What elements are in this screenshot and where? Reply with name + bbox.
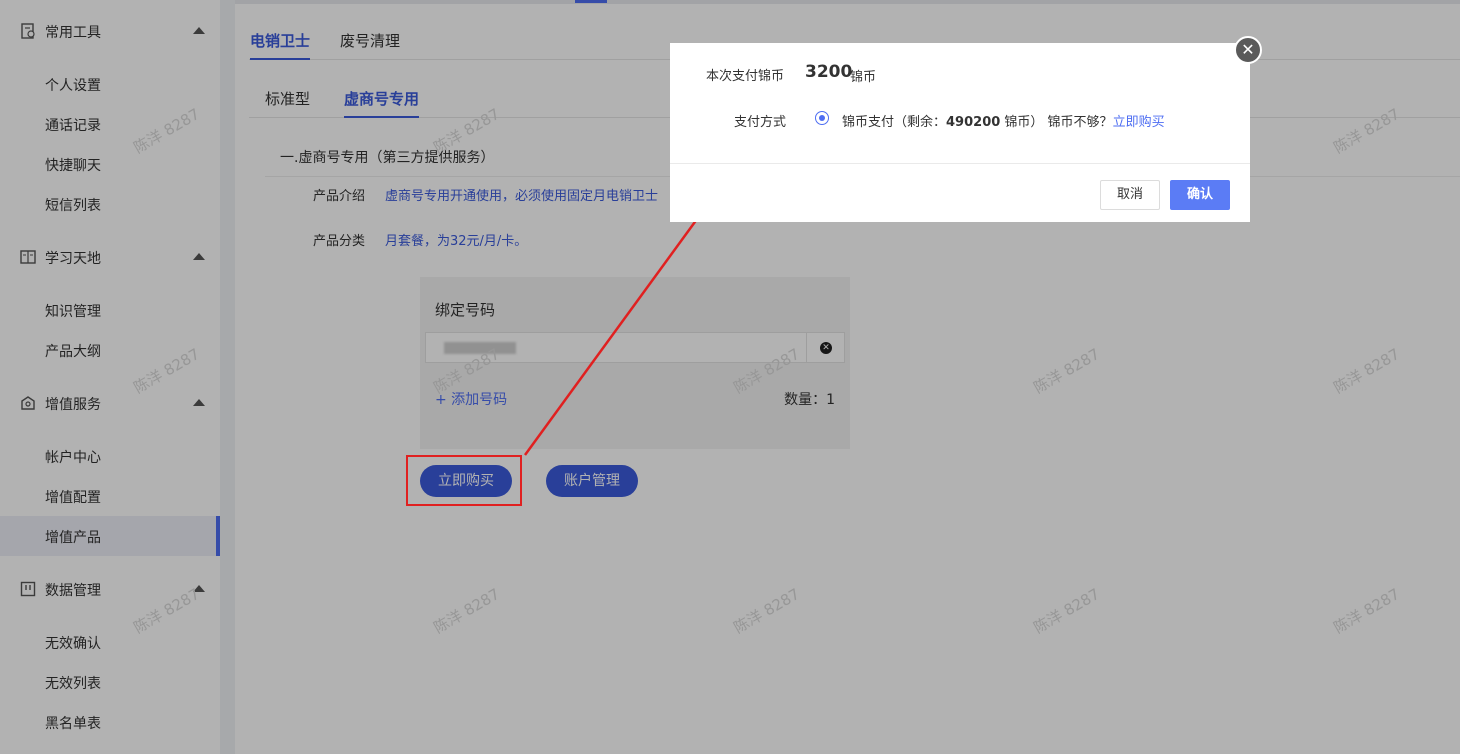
annotation-highlight-box [406, 455, 522, 506]
pay-amount-unit: 锦币 [850, 70, 877, 85]
close-icon[interactable]: ✕ [1234, 36, 1262, 64]
dialog-divider [670, 163, 1250, 164]
confirm-button[interactable]: 确认 [1170, 180, 1230, 210]
coin-pay-option: 锦币支付（剩余：490200 锦币） 锦币不够？立即购买 [842, 111, 1165, 130]
cancel-button[interactable]: 取消 [1100, 180, 1160, 210]
pay-option-text: 锦币） 锦币不够？ [1000, 115, 1113, 130]
balance-value: 490200 [946, 115, 1001, 130]
payment-dialog: 本次支付锦币 3200 锦币 支付方式 锦币支付（剩余：490200 锦币） 锦… [670, 43, 1250, 222]
coin-pay-radio[interactable] [815, 111, 829, 125]
pay-amount-value: 3200 [805, 62, 853, 82]
pay-option-text: 锦币支付（剩余： [842, 115, 947, 130]
pay-method-label: 支付方式 [734, 115, 787, 130]
buy-coins-link[interactable]: 立即购买 [1113, 115, 1165, 130]
pay-amount-label: 本次支付锦币 [706, 69, 785, 84]
